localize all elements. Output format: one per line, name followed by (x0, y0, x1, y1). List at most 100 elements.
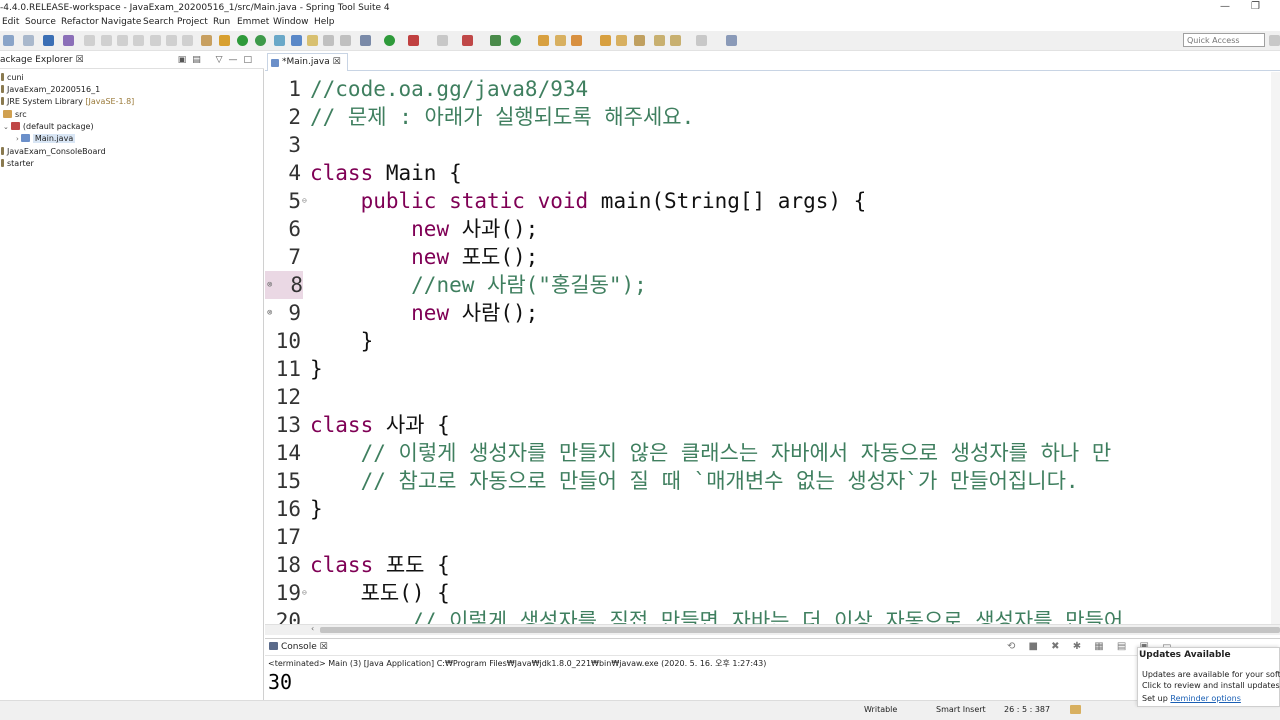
last-edit-icon[interactable] (634, 35, 645, 46)
toggle-mark-icon[interactable] (291, 35, 302, 46)
show-whitespace-icon[interactable] (323, 35, 334, 46)
close-icon[interactable]: ☒ (333, 57, 341, 67)
skip-breakpoints-icon[interactable] (63, 35, 74, 46)
forward-disabled-icon[interactable] (696, 35, 707, 46)
new-class-icon[interactable] (510, 35, 521, 46)
step-into-icon[interactable] (150, 35, 161, 46)
resume-icon[interactable] (84, 35, 95, 46)
error-marker-icon[interactable]: ⊗ (267, 299, 272, 327)
code-line[interactable]: 12 (265, 383, 1280, 411)
back-icon[interactable] (654, 35, 665, 46)
chevron-right-icon[interactable]: › (16, 135, 19, 143)
menu-help[interactable]: Help (314, 17, 335, 27)
perspective-icon[interactable] (1269, 35, 1280, 46)
debug-icon[interactable] (360, 35, 371, 46)
code-area[interactable]: 1 //code.oa.gg/java8/934 2 // 문제 : 아래가 실행되도… (265, 72, 1280, 624)
tree-item-main-java[interactable]: › Main.java (16, 133, 76, 145)
toggle-block-icon[interactable] (307, 35, 318, 46)
boot-dashboard-icon[interactable] (219, 35, 230, 46)
run-icon[interactable] (384, 35, 395, 46)
close-icon[interactable]: ☒ (76, 55, 84, 65)
code-line[interactable]: 11} (265, 355, 1280, 383)
vertical-scrollbar[interactable] (1271, 72, 1280, 624)
view-menu-icon[interactable]: ▣▤ ▽—□ (178, 55, 258, 65)
step-return-icon[interactable] (182, 35, 193, 46)
save-all-icon[interactable] (43, 35, 54, 46)
use-step-filters-icon[interactable] (201, 35, 212, 46)
coverage-icon[interactable] (437, 35, 448, 46)
tree-item-cuni[interactable]: cuni (1, 72, 24, 84)
fold-icon[interactable]: ⊖ (302, 187, 307, 215)
spring-icon[interactable] (237, 35, 248, 46)
error-marker-icon[interactable]: ⊗ (267, 271, 272, 299)
prev-annotation-icon[interactable] (616, 35, 627, 46)
new-server-icon[interactable] (462, 35, 473, 46)
horizontal-scrollbar[interactable]: ‹ (265, 624, 1280, 635)
code-line[interactable]: 18 class 포도 { (265, 551, 1280, 579)
minimize-icon[interactable]: — (1220, 1, 1230, 12)
paragraph-icon[interactable] (340, 35, 351, 46)
open-folder-icon[interactable] (538, 35, 549, 46)
code-line[interactable]: 13 class 사과 { (265, 411, 1280, 439)
code-line[interactable]: 10 } (265, 327, 1280, 355)
scroll-left-icon[interactable]: ‹ (311, 624, 314, 633)
code-line[interactable]: 17 (265, 523, 1280, 551)
code-line[interactable]: 3 (265, 131, 1280, 159)
relaunch-icon[interactable] (255, 35, 266, 46)
close-icon[interactable]: ☒ (320, 642, 328, 652)
new-java-project-icon[interactable] (490, 35, 501, 46)
open-type-icon[interactable] (274, 35, 285, 46)
chevron-down-icon[interactable]: ⌄ (3, 123, 9, 131)
code-line[interactable]: 9 ⊗ new 사람(); (265, 299, 1280, 327)
code-line[interactable]: 2 // 문제 : 아래가 실행되도록 해주세요. (265, 103, 1280, 131)
menu-navigate[interactable]: Navigate (101, 17, 141, 27)
step-over-icon[interactable] (166, 35, 177, 46)
tree-item-src[interactable]: src (3, 109, 27, 121)
code-line[interactable]: 4 class Main { (265, 159, 1280, 187)
menu-refactor[interactable]: Refactor (61, 17, 99, 27)
next-annotation-icon[interactable] (600, 35, 611, 46)
status-cursor-position[interactable]: 26 : 5 : 387 (1004, 705, 1050, 714)
menu-emmet[interactable]: Emmet (237, 17, 269, 27)
pin-editor-icon[interactable] (726, 35, 737, 46)
tree-item-javaexam-20200516-1[interactable]: JavaExam_20200516_1 (1, 84, 100, 96)
code-line[interactable]: 14 // 이렇게 생성자를 만들지 않은 클래스는 자바에서 자동으로 생성자… (265, 439, 1280, 467)
quick-access-input[interactable] (1183, 33, 1265, 47)
scrollbar-thumb[interactable] (320, 627, 1280, 633)
code-line[interactable]: 5 ⊖ public static void main(String[] args… (265, 187, 1280, 215)
open-task-icon[interactable] (555, 35, 566, 46)
code-line[interactable]: 15 // 참고로 자동으로 만들어 질 때 `매개변수 없는 생성자`가 만들… (265, 467, 1280, 495)
code-line[interactable]: 1 //code.oa.gg/java8/934 (265, 75, 1280, 103)
reminder-options-link[interactable]: Reminder options (1170, 694, 1241, 703)
tab-console[interactable]: Console ☒ (269, 642, 328, 652)
save-icon[interactable] (23, 35, 34, 46)
new-icon[interactable] (3, 35, 14, 46)
code-line[interactable]: 7 new 포도(); (265, 243, 1280, 271)
menu-search[interactable]: Search (143, 17, 174, 27)
tab-package-explorer[interactable]: ackage Explorer ☒ (0, 55, 84, 65)
restore-icon[interactable]: ❐ (1251, 1, 1260, 12)
suspend-icon[interactable] (101, 35, 112, 46)
code-line[interactable]: 6 new 사과(); (265, 215, 1280, 243)
code-line[interactable]: 8 ⊗ //new 사람("홍길동"); (265, 271, 1280, 299)
code-line[interactable]: 19 ⊖ 포도() { (265, 579, 1280, 607)
fold-icon[interactable]: ⊖ (302, 579, 307, 607)
menu-project[interactable]: Project (177, 17, 208, 27)
menu-run[interactable]: Run (213, 17, 230, 27)
external-tools-icon[interactable] (408, 35, 419, 46)
tree-item-javaexam-consoleboard[interactable]: JavaExam_ConsoleBoard (1, 146, 106, 158)
code-line[interactable]: 20 // 이렇게 생성자를 직접 만들면 자바는 더 이상 자동으로 생성자를… (265, 607, 1280, 624)
code-line[interactable]: 16} (265, 495, 1280, 523)
menu-edit[interactable]: Edit (2, 17, 19, 27)
terminate-icon[interactable] (117, 35, 128, 46)
tree-item-starter[interactable]: starter (1, 158, 34, 170)
search-icon[interactable] (571, 35, 582, 46)
updates-icon[interactable] (1070, 705, 1081, 714)
menu-source[interactable]: Source (25, 17, 56, 27)
forward-icon[interactable] (670, 35, 681, 46)
tree-item-jre-library[interactable]: JRE System Library [JavaSE-1.8] (1, 96, 134, 108)
tree-item-default-package[interactable]: ⌄ (default package) (3, 121, 94, 133)
status-insert-mode[interactable]: Smart Insert (936, 705, 986, 714)
menu-window[interactable]: Window (273, 17, 309, 27)
disconnect-icon[interactable] (133, 35, 144, 46)
